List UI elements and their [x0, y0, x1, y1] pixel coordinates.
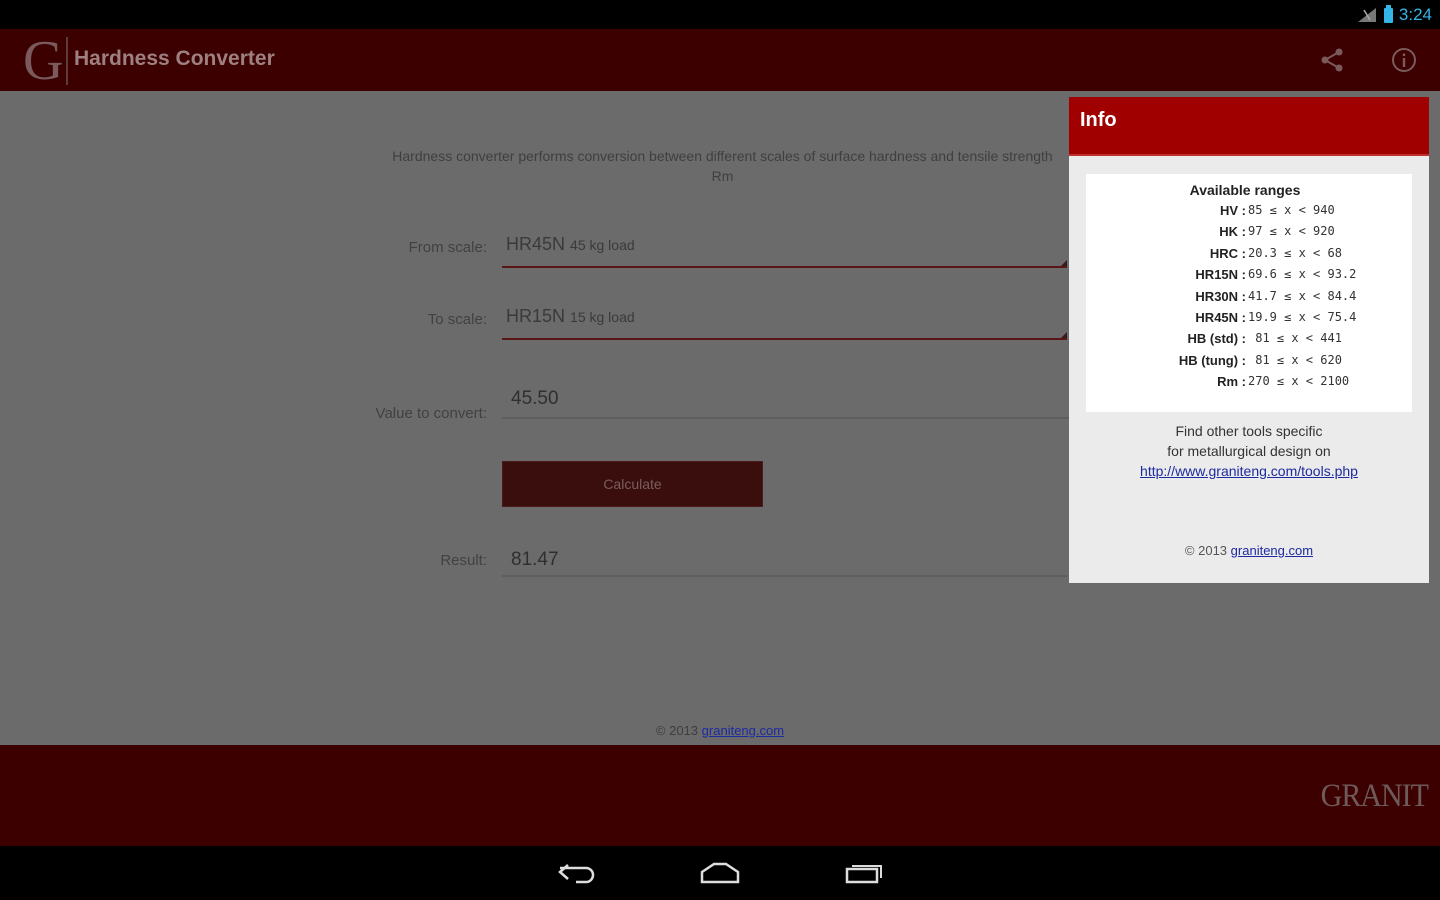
range-label: HR45N :: [1195, 309, 1246, 325]
range-row: HB (std) : 81 ≤ x < 441: [1086, 331, 1412, 352]
bottom-brand-bar: GRANIT: [0, 745, 1440, 846]
range-row: HR30N :41.7 ≤ x < 84.4: [1086, 289, 1412, 310]
spinner-corner-icon: [1061, 332, 1067, 338]
range-value: 85 ≤ x < 940: [1248, 203, 1335, 217]
status-icons: 3:24: [1357, 4, 1432, 25]
from-scale-value-wrap: HR45N 45 kg load: [506, 234, 635, 255]
ranges-title: Available ranges: [1189, 182, 1301, 198]
result-field: 81.47: [502, 539, 1067, 577]
status-bar: 3:24: [0, 0, 1440, 29]
range-label: HB (tung) :: [1178, 352, 1246, 368]
footer-link[interactable]: graniteng.com: [702, 723, 784, 738]
value-to-convert-label: Value to convert:: [375, 405, 487, 422]
to-scale-label: To scale:: [427, 311, 487, 328]
recent-apps-icon[interactable]: [843, 860, 887, 886]
home-icon[interactable]: [698, 860, 742, 886]
app-description: Hardness converter performs conversion b…: [392, 148, 1053, 184]
battery-icon: [1383, 4, 1393, 23]
app-logo[interactable]: G: [23, 31, 63, 91]
range-label: Rm :: [1217, 374, 1246, 390]
range-row: HB (tung) : 81 ≤ x < 620: [1086, 353, 1412, 374]
range-row: HR45N :19.9 ≤ x < 75.4: [1086, 310, 1412, 331]
tools-link[interactable]: http://www.graniteng.com/tools.php: [1069, 461, 1429, 481]
share-icon[interactable]: [1318, 46, 1346, 74]
system-nav-bar: [0, 846, 1440, 900]
range-label: HRC :: [1209, 245, 1246, 261]
signal-icon: [1357, 8, 1376, 22]
from-scale-sub: 45 kg load: [570, 237, 635, 253]
range-label: HB (std) :: [1187, 331, 1247, 347]
action-bar: G Hardness Converter: [0, 29, 1440, 91]
to-scale-value: HR15N: [506, 306, 566, 326]
range-row: HK :97 ≤ x < 920: [1086, 224, 1412, 245]
spinner-corner-icon: [1061, 260, 1067, 266]
status-time: 3:24: [1398, 5, 1432, 24]
range-value: 69.6 ≤ x < 93.2: [1248, 267, 1357, 282]
info-copyright-link[interactable]: graniteng.com: [1231, 543, 1313, 558]
range-value: 81 ≤ x < 620: [1248, 352, 1342, 367]
range-label: HK :: [1219, 224, 1246, 240]
footer-copyright-text: © 2013: [655, 723, 699, 738]
range-value: 19.9 ≤ x < 75.4: [1248, 309, 1357, 324]
to-scale-value-wrap: HR15N 15 kg load: [506, 306, 635, 327]
info-copyright: © 2013 graniteng.com: [1069, 543, 1429, 558]
range-value: 20.3 ≤ x < 68: [1248, 245, 1342, 260]
info-header: Info: [1069, 97, 1429, 156]
range-label: HV :: [1220, 203, 1246, 218]
find-tools-line-1: Find other tools specific: [1175, 423, 1323, 439]
find-tools-text: Find other tools specific for metallurgi…: [1069, 421, 1429, 481]
range-row: HRC :20.3 ≤ x < 68: [1086, 246, 1412, 267]
app-title: Hardness Converter: [74, 47, 275, 70]
granit-logo: GRANIT: [1320, 777, 1429, 814]
find-tools-line-2: for metallurgical design on: [1167, 443, 1331, 459]
result-value: 81.47: [511, 549, 559, 570]
range-value: 270 ≤ x < 2100: [1248, 374, 1350, 389]
range-value: 41.7 ≤ x < 84.4: [1248, 288, 1357, 303]
result-label: Result:: [440, 552, 487, 569]
value-to-convert-input[interactable]: [502, 381, 1076, 419]
calculate-button[interactable]: Calculate: [502, 461, 763, 507]
range-value: 81 ≤ x < 441: [1248, 331, 1342, 346]
from-scale-value: HR45N: [506, 234, 566, 254]
to-scale-sub: 15 kg load: [570, 309, 635, 325]
info-icon[interactable]: [1390, 46, 1418, 74]
range-row: HV :85 ≤ x < 940: [1086, 203, 1412, 224]
logo-divider: [66, 37, 68, 85]
info-copyright-text: © 2013: [1184, 543, 1228, 558]
range-label: HR15N :: [1195, 267, 1246, 283]
ranges-list: HV :85 ≤ x < 940 HK :97 ≤ x < 920 HRC :2…: [1086, 203, 1412, 396]
info-dialog: Info Available ranges HV :85 ≤ x < 940 H…: [1069, 97, 1429, 583]
ranges-box: Available ranges HV :85 ≤ x < 940 HK :97…: [1086, 174, 1412, 412]
from-scale-spinner[interactable]: HR45N 45 kg load: [502, 226, 1067, 268]
from-scale-label: From scale:: [408, 239, 487, 256]
range-label: HR30N :: [1195, 288, 1246, 304]
back-icon[interactable]: [554, 860, 598, 886]
range-value: 97 ≤ x < 920: [1248, 224, 1335, 239]
footer-copyright: © 2013 graniteng.com: [0, 723, 1440, 738]
range-row: HR15N :69.6 ≤ x < 93.2: [1086, 267, 1412, 288]
to-scale-spinner[interactable]: HR15N 15 kg load: [502, 298, 1067, 340]
info-title: Info: [1080, 109, 1117, 131]
range-row: Rm :270 ≤ x < 2100: [1086, 374, 1412, 395]
